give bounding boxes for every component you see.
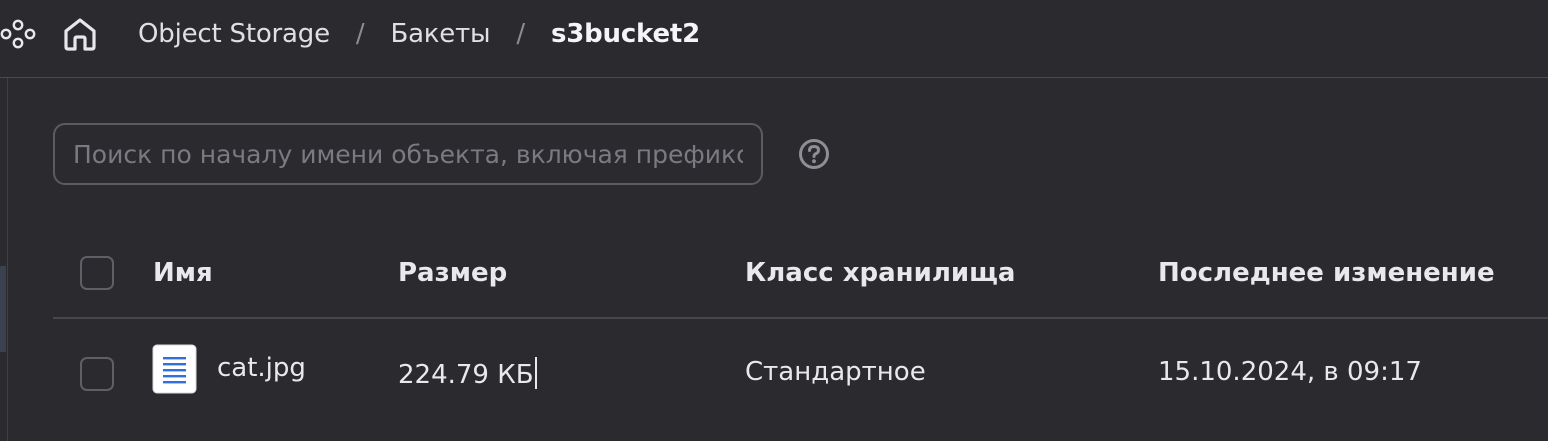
breadcrumb-current-bucket: s3bucket2	[550, 19, 700, 49]
top-header: Object Storage / Бакеты / s3bucket2	[0, 0, 1548, 78]
file-modified: 15.10.2024, в 09:17	[1158, 357, 1422, 387]
services-grid-icon[interactable]	[0, 18, 36, 50]
column-name[interactable]: Имя	[153, 258, 213, 288]
file-size-cell: 224.79 КБ	[398, 357, 537, 390]
file-size: 224.79 КБ	[398, 360, 534, 390]
file-name[interactable]: cat.jpg	[217, 353, 306, 383]
search-box	[53, 123, 763, 185]
breadcrumb-separator: /	[355, 19, 365, 49]
breadcrumb-object-storage[interactable]: Object Storage	[138, 19, 330, 49]
breadcrumb: Object Storage / Бакеты / s3bucket2	[138, 0, 700, 68]
search-input[interactable]	[55, 125, 761, 183]
table-row[interactable]: cat.jpg 224.79 КБ Стандартное 15.10.2024…	[53, 319, 1548, 429]
column-size[interactable]: Размер	[398, 258, 507, 288]
text-caret	[534, 357, 537, 389]
table-header: Имя Размер Класс хранилища Последнее изм…	[53, 232, 1548, 319]
home-icon[interactable]	[60, 14, 100, 54]
left-rail-selected-indicator	[0, 266, 6, 352]
left-rail	[0, 78, 8, 441]
file-storage-class: Стандартное	[745, 357, 926, 387]
row-checkbox[interactable]	[80, 357, 114, 391]
column-storage-class[interactable]: Класс хранилища	[745, 258, 1015, 288]
column-modified[interactable]: Последнее изменение	[1158, 258, 1495, 288]
select-all-checkbox[interactable]	[80, 256, 114, 290]
question-circle-icon[interactable]	[798, 138, 830, 170]
breadcrumb-separator: /	[516, 19, 525, 49]
file-document-icon	[152, 344, 197, 394]
breadcrumb-buckets[interactable]: Бакеты	[390, 19, 490, 49]
